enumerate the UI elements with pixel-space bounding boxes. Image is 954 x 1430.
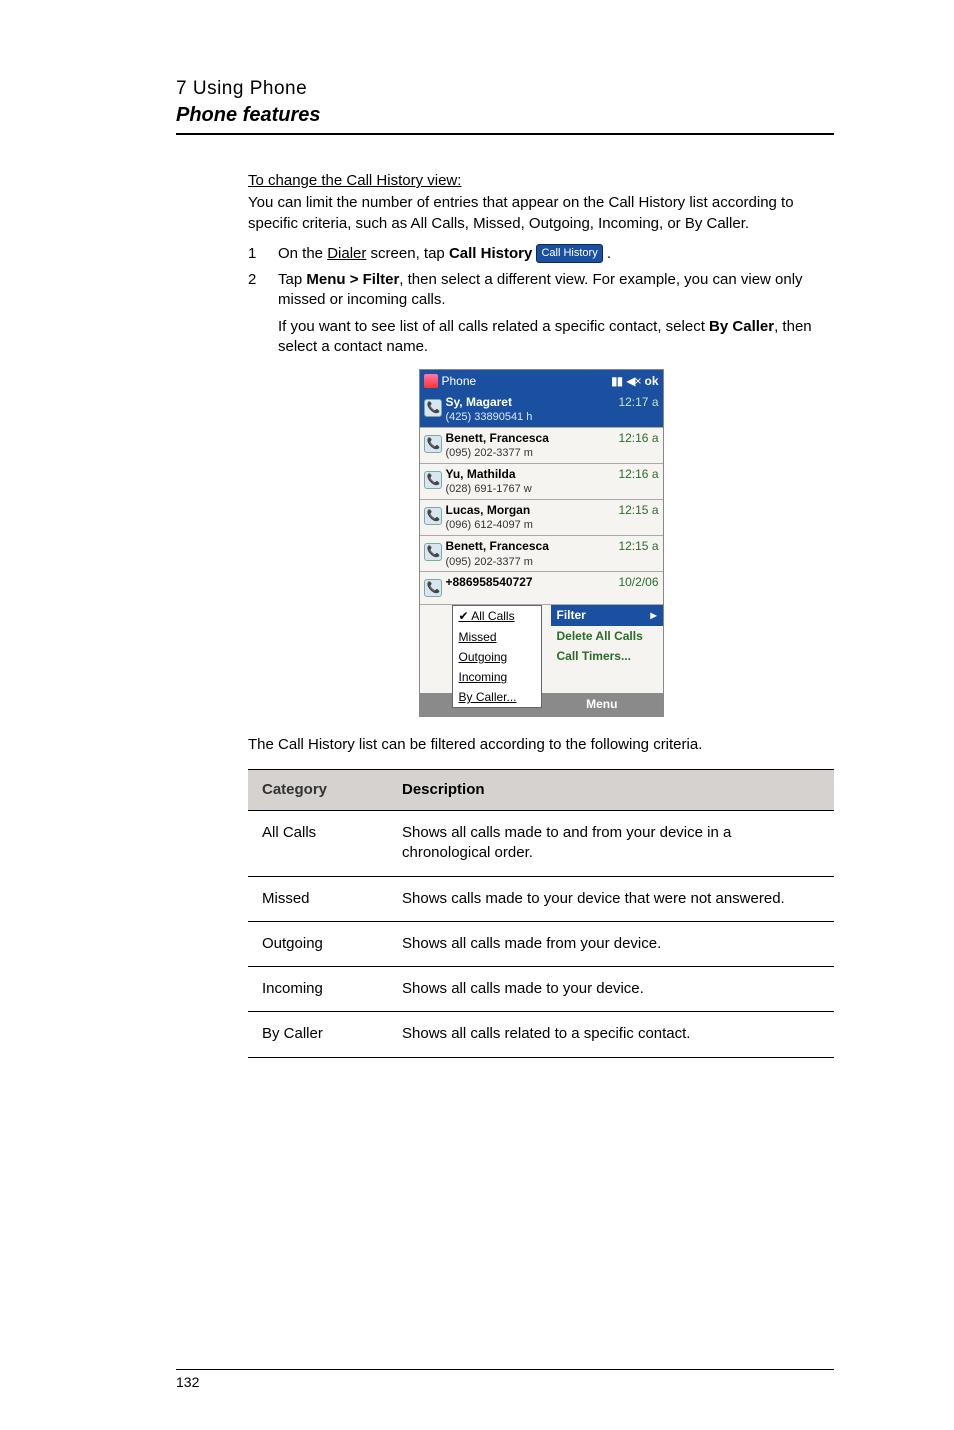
text: screen, tap (366, 245, 449, 262)
context-menu-item: Call Timers... (551, 646, 663, 666)
context-menu: Filter▸ Delete All Calls Call Timers... (551, 605, 663, 666)
filter-criteria-table: Category Description All CallsShows all … (248, 769, 834, 1058)
call-time: 10/2/06 (607, 572, 663, 604)
text: If you want to see list of all calls rel… (278, 318, 709, 335)
table-row: All CallsShows all calls made to and fro… (248, 811, 834, 877)
call-type-icon (420, 536, 446, 568)
menu-filter-label: Menu > Filter (306, 271, 399, 288)
contact-name: Yu, Mathilda (446, 466, 607, 482)
filter-menu-item: Missed (453, 627, 541, 647)
context-menu-item: Delete All Calls (551, 626, 663, 646)
contact-number: (095) 202-3377 m (446, 555, 607, 570)
table-caption: The Call History list can be filtered ac… (248, 735, 834, 755)
call-type-icon (420, 392, 446, 424)
call-time: 12:16 a (607, 464, 663, 499)
app-icon (424, 374, 438, 388)
text: Tap (278, 271, 306, 288)
footer: 132 (176, 1369, 834, 1390)
contact-number: (425) 33890541 h (446, 410, 607, 425)
filter-menu-item: Incoming (453, 667, 541, 687)
section-title: Phone features (176, 104, 834, 127)
by-caller-label: By Caller (709, 318, 774, 335)
dialer-link: Dialer (327, 245, 366, 262)
signal-icon: ▮▮ (611, 373, 622, 389)
description-cell: Shows all calls made from your device. (388, 921, 834, 966)
procedure-heading: To change the Call History view: (248, 171, 834, 191)
softkey-right: Menu (541, 693, 663, 715)
contact-name: Lucas, Morgan (446, 502, 607, 518)
description-cell: Shows all calls made to your device. (388, 967, 834, 1012)
page-number: 132 (176, 1374, 834, 1390)
menu-area: All CallsMissedOutgoingIncomingBy Caller… (420, 605, 663, 693)
contact-number: (095) 202-3377 m (446, 446, 607, 461)
call-history-row: +88695854072710/2/06 (420, 572, 663, 605)
call-time: 12:16 a (607, 428, 663, 463)
step-number: 1 (248, 244, 278, 264)
contact-name: Benett, Francesca (446, 430, 607, 446)
context-menu-header: Filter▸ (551, 605, 663, 625)
category-cell: By Caller (248, 1012, 388, 1057)
description-cell: Shows calls made to your device that wer… (388, 876, 834, 921)
category-cell: Missed (248, 876, 388, 921)
filter-menu-item: By Caller... (453, 687, 541, 707)
step-2: 2 Tap Menu > Filter, then select a diffe… (248, 270, 834, 311)
table-header-category: Category (248, 769, 388, 810)
category-cell: Incoming (248, 967, 388, 1012)
text: . (603, 245, 611, 262)
call-type-icon (420, 572, 446, 604)
call-history-button-icon: Call History (536, 244, 602, 263)
call-type-icon (420, 500, 446, 532)
body-column: To change the Call History view: You can… (248, 171, 834, 1058)
phone-screenshot: Phone ▮▮ ◀× ok Sy, Magaret(425) 33890541… (419, 369, 664, 717)
table-row: OutgoingShows all calls made from your d… (248, 921, 834, 966)
description-cell: Shows all calls made to and from your de… (388, 811, 834, 877)
call-history-row: Yu, Mathilda(028) 691-1767 w12:16 a (420, 464, 663, 500)
call-type-icon (420, 464, 446, 496)
call-time: 12:15 a (607, 536, 663, 571)
description-cell: Shows all calls related to a specific co… (388, 1012, 834, 1057)
call-time: 12:17 a (607, 392, 663, 427)
category-cell: Outgoing (248, 921, 388, 966)
contact-name: +886958540727 (446, 574, 607, 590)
table-row: IncomingShows all calls made to your dev… (248, 967, 834, 1012)
call-history-row: Benett, Francesca(095) 202-3377 m12:16 a (420, 428, 663, 464)
table-row: By CallerShows all calls related to a sp… (248, 1012, 834, 1057)
call-history-row: Benett, Francesca(095) 202-3377 m12:15 a (420, 536, 663, 572)
step-text: Tap Menu > Filter, then select a differe… (278, 270, 834, 311)
note-paragraph: If you want to see list of all calls rel… (278, 317, 834, 358)
contact-name: Sy, Magaret (446, 394, 607, 410)
call-history-row: Lucas, Morgan(096) 612-4097 m12:15 a (420, 500, 663, 536)
text: On the (278, 245, 327, 262)
step-1: 1 On the Dialer screen, tap Call History… (248, 244, 834, 264)
table-header-description: Description (388, 769, 834, 810)
contact-number: (028) 691-1767 w (446, 482, 607, 497)
category-cell: All Calls (248, 811, 388, 877)
filter-menu-item: All Calls (453, 606, 541, 626)
filter-menu-item: Outgoing (453, 647, 541, 667)
call-history-row: Sy, Magaret(425) 33890541 h12:17 a (420, 392, 663, 428)
chapter-title: 7 Using Phone (176, 78, 834, 100)
page: 7 Using Phone Phone features To change t… (0, 0, 954, 1430)
divider (176, 133, 834, 135)
call-time: 12:15 a (607, 500, 663, 535)
call-type-icon (420, 428, 446, 460)
contact-name: Benett, Francesca (446, 538, 607, 554)
contact-number: (096) 612-4097 m (446, 518, 607, 533)
volume-icon: ◀× (626, 373, 640, 389)
step-number: 2 (248, 270, 278, 311)
call-history-label: Call History (449, 245, 532, 262)
step-text: On the Dialer screen, tap Call History C… (278, 244, 834, 264)
titlebar-text: Phone (442, 373, 477, 389)
step-list: 1 On the Dialer screen, tap Call History… (248, 244, 834, 311)
table-row: MissedShows calls made to your device th… (248, 876, 834, 921)
titlebar: Phone ▮▮ ◀× ok (420, 370, 663, 392)
intro-paragraph: You can limit the number of entries that… (248, 193, 834, 234)
ok-button: ok (644, 373, 658, 389)
filter-menu: All CallsMissedOutgoingIncomingBy Caller… (452, 605, 542, 708)
